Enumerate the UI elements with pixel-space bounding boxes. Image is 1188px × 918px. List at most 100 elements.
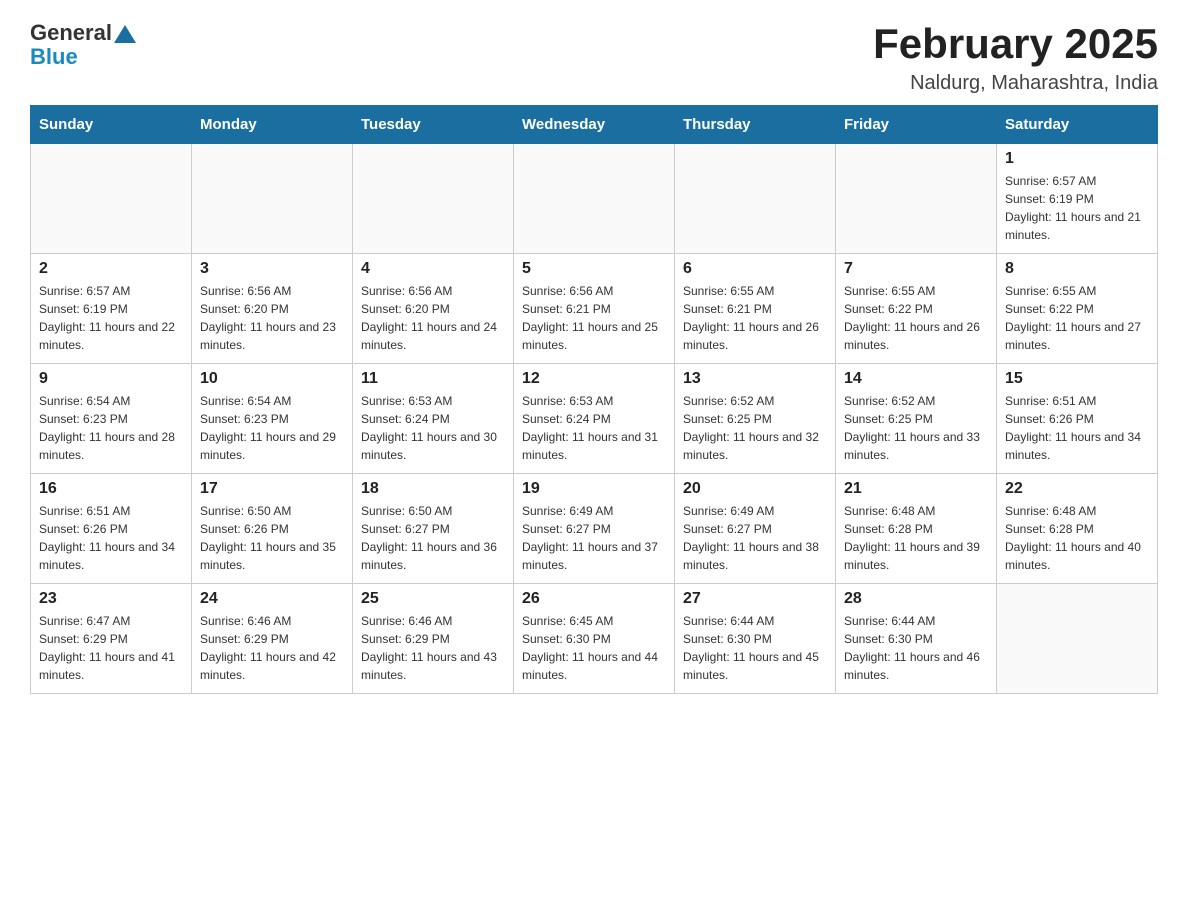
calendar-week-row: 2 Sunrise: 6:57 AM Sunset: 6:19 PM Daylig…: [31, 254, 1158, 364]
day-number: 3: [200, 260, 344, 278]
day-number: 15: [1005, 370, 1149, 388]
weekday-header-row: SundayMondayTuesdayWednesdayThursdayFrid…: [31, 106, 1158, 144]
day-info: Sunrise: 6:53 AM Sunset: 6:24 PM Dayligh…: [522, 392, 666, 464]
calendar-cell: 26 Sunrise: 6:45 AM Sunset: 6:30 PM Dayli…: [514, 584, 675, 694]
calendar-week-row: 16 Sunrise: 6:51 AM Sunset: 6:26 PM Dayli…: [31, 474, 1158, 584]
calendar-cell: 5 Sunrise: 6:56 AM Sunset: 6:21 PM Daylig…: [514, 254, 675, 364]
day-number: 27: [683, 590, 827, 608]
day-number: 10: [200, 370, 344, 388]
day-number: 22: [1005, 480, 1149, 498]
day-info: Sunrise: 6:49 AM Sunset: 6:27 PM Dayligh…: [683, 502, 827, 574]
calendar-cell: [675, 144, 836, 254]
day-number: 4: [361, 260, 505, 278]
day-number: 7: [844, 260, 988, 278]
day-info: Sunrise: 6:49 AM Sunset: 6:27 PM Dayligh…: [522, 502, 666, 574]
day-info: Sunrise: 6:47 AM Sunset: 6:29 PM Dayligh…: [39, 612, 183, 684]
logo-general-text: General: [30, 20, 112, 46]
day-info: Sunrise: 6:44 AM Sunset: 6:30 PM Dayligh…: [844, 612, 988, 684]
calendar-cell: [997, 584, 1158, 694]
calendar-cell: 13 Sunrise: 6:52 AM Sunset: 6:25 PM Dayli…: [675, 364, 836, 474]
weekday-header-wednesday: Wednesday: [514, 106, 675, 144]
day-number: 17: [200, 480, 344, 498]
day-info: Sunrise: 6:57 AM Sunset: 6:19 PM Dayligh…: [1005, 172, 1149, 244]
weekday-header-friday: Friday: [836, 106, 997, 144]
calendar-cell: [514, 144, 675, 254]
day-info: Sunrise: 6:54 AM Sunset: 6:23 PM Dayligh…: [39, 392, 183, 464]
calendar-week-row: 1Sunrise: 6:57 AM Sunset: 6:19 PM Daylig…: [31, 144, 1158, 254]
calendar-cell: 9 Sunrise: 6:54 AM Sunset: 6:23 PM Daylig…: [31, 364, 192, 474]
day-number: 14: [844, 370, 988, 388]
calendar-cell: 15 Sunrise: 6:51 AM Sunset: 6:26 PM Dayli…: [997, 364, 1158, 474]
day-info: Sunrise: 6:56 AM Sunset: 6:21 PM Dayligh…: [522, 282, 666, 354]
calendar-cell: 16 Sunrise: 6:51 AM Sunset: 6:26 PM Dayli…: [31, 474, 192, 584]
calendar-cell: 2 Sunrise: 6:57 AM Sunset: 6:19 PM Daylig…: [31, 254, 192, 364]
day-info: Sunrise: 6:48 AM Sunset: 6:28 PM Dayligh…: [844, 502, 988, 574]
weekday-header-monday: Monday: [192, 106, 353, 144]
day-number: 5: [522, 260, 666, 278]
calendar-cell: [31, 144, 192, 254]
calendar-cell: 6 Sunrise: 6:55 AM Sunset: 6:21 PM Daylig…: [675, 254, 836, 364]
calendar-table: SundayMondayTuesdayWednesdayThursdayFrid…: [30, 105, 1158, 694]
weekday-header-thursday: Thursday: [675, 106, 836, 144]
calendar-cell: 22 Sunrise: 6:48 AM Sunset: 6:28 PM Dayli…: [997, 474, 1158, 584]
day-number: 12: [522, 370, 666, 388]
day-info: Sunrise: 6:55 AM Sunset: 6:21 PM Dayligh…: [683, 282, 827, 354]
month-title: February 2025: [873, 20, 1158, 68]
calendar-cell: 10 Sunrise: 6:54 AM Sunset: 6:23 PM Dayli…: [192, 364, 353, 474]
calendar-cell: 18Sunrise: 6:50 AM Sunset: 6:27 PM Dayli…: [353, 474, 514, 584]
day-info: Sunrise: 6:52 AM Sunset: 6:25 PM Dayligh…: [683, 392, 827, 464]
day-info: Sunrise: 6:52 AM Sunset: 6:25 PM Dayligh…: [844, 392, 988, 464]
calendar-cell: 12 Sunrise: 6:53 AM Sunset: 6:24 PM Dayli…: [514, 364, 675, 474]
day-number: 23: [39, 590, 183, 608]
day-number: 20: [683, 480, 827, 498]
calendar-cell: 28 Sunrise: 6:44 AM Sunset: 6:30 PM Dayli…: [836, 584, 997, 694]
day-number: 24: [200, 590, 344, 608]
day-number: 2: [39, 260, 183, 278]
calendar-cell: 25 Sunrise: 6:46 AM Sunset: 6:29 PM Dayli…: [353, 584, 514, 694]
day-number: 21: [844, 480, 988, 498]
logo: General Blue: [30, 20, 136, 70]
day-info: Sunrise: 6:55 AM Sunset: 6:22 PM Dayligh…: [1005, 282, 1149, 354]
day-info: Sunrise: 6:57 AM Sunset: 6:19 PM Dayligh…: [39, 282, 183, 354]
day-info: Sunrise: 6:54 AM Sunset: 6:23 PM Dayligh…: [200, 392, 344, 464]
calendar-cell: 14 Sunrise: 6:52 AM Sunset: 6:25 PM Dayli…: [836, 364, 997, 474]
day-number: 9: [39, 370, 183, 388]
day-number: 8: [1005, 260, 1149, 278]
day-info: Sunrise: 6:51 AM Sunset: 6:26 PM Dayligh…: [1005, 392, 1149, 464]
day-number: 6: [683, 260, 827, 278]
day-number: 19: [522, 480, 666, 498]
day-info: Sunrise: 6:56 AM Sunset: 6:20 PM Dayligh…: [200, 282, 344, 354]
calendar-cell: [353, 144, 514, 254]
location-subtitle: Naldurg, Maharashtra, India: [873, 72, 1158, 95]
day-info: Sunrise: 6:51 AM Sunset: 6:26 PM Dayligh…: [39, 502, 183, 574]
day-number: 16: [39, 480, 183, 498]
weekday-header-saturday: Saturday: [997, 106, 1158, 144]
calendar-cell: 1Sunrise: 6:57 AM Sunset: 6:19 PM Daylig…: [997, 144, 1158, 254]
weekday-header-sunday: Sunday: [31, 106, 192, 144]
day-number: 18: [361, 480, 505, 498]
calendar-cell: 20 Sunrise: 6:49 AM Sunset: 6:27 PM Dayli…: [675, 474, 836, 584]
day-info: Sunrise: 6:48 AM Sunset: 6:28 PM Dayligh…: [1005, 502, 1149, 574]
calendar-cell: 4 Sunrise: 6:56 AM Sunset: 6:20 PM Daylig…: [353, 254, 514, 364]
calendar-cell: 8 Sunrise: 6:55 AM Sunset: 6:22 PM Daylig…: [997, 254, 1158, 364]
calendar-cell: 11Sunrise: 6:53 AM Sunset: 6:24 PM Dayli…: [353, 364, 514, 474]
day-number: 25: [361, 590, 505, 608]
page-header: General Blue February 2025 Naldurg, Maha…: [30, 20, 1158, 95]
calendar-cell: 19 Sunrise: 6:49 AM Sunset: 6:27 PM Dayli…: [514, 474, 675, 584]
logo-triangle-icon: [114, 23, 136, 45]
day-number: 26: [522, 590, 666, 608]
calendar-cell: 17Sunrise: 6:50 AM Sunset: 6:26 PM Dayli…: [192, 474, 353, 584]
title-area: February 2025 Naldurg, Maharashtra, Indi…: [873, 20, 1158, 95]
calendar-cell: [192, 144, 353, 254]
day-number: 13: [683, 370, 827, 388]
day-info: Sunrise: 6:45 AM Sunset: 6:30 PM Dayligh…: [522, 612, 666, 684]
day-info: Sunrise: 6:56 AM Sunset: 6:20 PM Dayligh…: [361, 282, 505, 354]
calendar-cell: 24 Sunrise: 6:46 AM Sunset: 6:29 PM Dayli…: [192, 584, 353, 694]
calendar-cell: 7Sunrise: 6:55 AM Sunset: 6:22 PM Daylig…: [836, 254, 997, 364]
day-info: Sunrise: 6:46 AM Sunset: 6:29 PM Dayligh…: [361, 612, 505, 684]
calendar-cell: 23 Sunrise: 6:47 AM Sunset: 6:29 PM Dayli…: [31, 584, 192, 694]
day-number: 28: [844, 590, 988, 608]
calendar-cell: 21 Sunrise: 6:48 AM Sunset: 6:28 PM Dayli…: [836, 474, 997, 584]
day-info: Sunrise: 6:46 AM Sunset: 6:29 PM Dayligh…: [200, 612, 344, 684]
calendar-cell: 3 Sunrise: 6:56 AM Sunset: 6:20 PM Daylig…: [192, 254, 353, 364]
